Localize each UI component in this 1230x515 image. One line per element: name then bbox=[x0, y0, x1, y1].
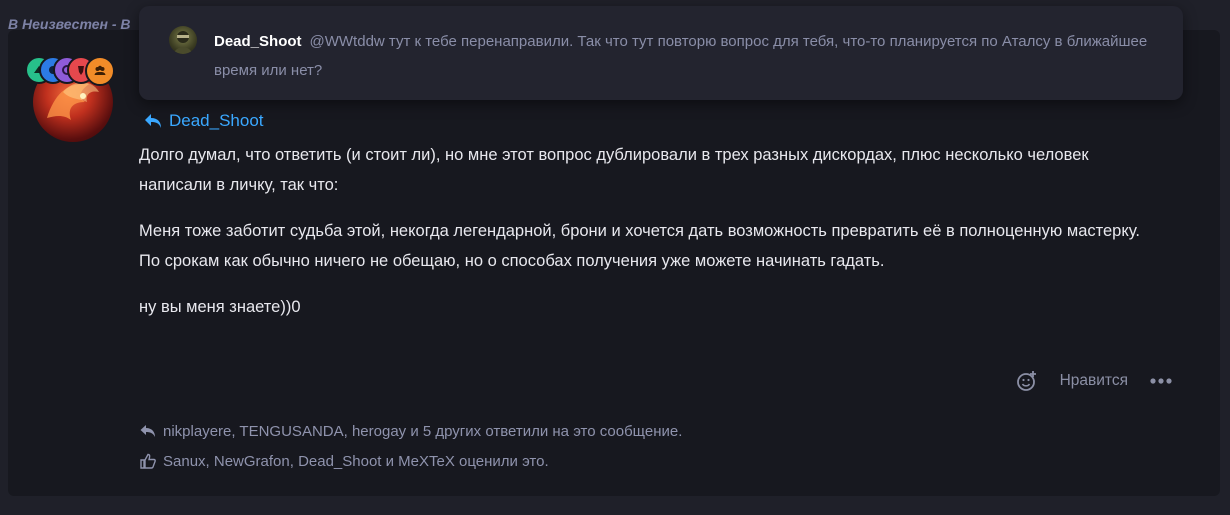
post-body: Долго думал, что ответить (и стоит ли), … bbox=[139, 140, 1149, 338]
reply-arrow-icon bbox=[145, 114, 161, 128]
thumbs-up-icon bbox=[140, 453, 156, 469]
group-users-icon[interactable] bbox=[85, 56, 115, 86]
emoji-add-icon[interactable] bbox=[1016, 370, 1038, 392]
reply-arrow-icon bbox=[140, 425, 155, 437]
replies-text: nikplayere, TENGUSANDA, herogay и 5 друг… bbox=[163, 422, 683, 440]
popup-message-text: @WWtddw тут к тебе перенаправили. Так чт… bbox=[214, 33, 1148, 79]
quote-author: Dead_Shoot bbox=[169, 111, 264, 130]
popup-message: Dead_Shoot @WWtddw тут к тебе перенаправи… bbox=[214, 27, 1164, 85]
like-button[interactable]: Нравится bbox=[1060, 372, 1128, 390]
popup-author-name[interactable]: Dead_Shoot bbox=[214, 33, 302, 50]
ellipsis-icon[interactable] bbox=[1150, 377, 1172, 385]
post-footer: nikplayere, TENGUSANDA, herogay и 5 друг… bbox=[139, 420, 682, 480]
post-paragraph: Долго думал, что ответить (и стоит ли), … bbox=[139, 146, 1089, 194]
likes-text: Sanux, NewGrafon, Dead_Shoot и MeXTeX оц… bbox=[163, 452, 549, 470]
post-paragraph: ну вы меня знаете))0 bbox=[139, 298, 301, 316]
quote-link[interactable]: Dead_Shoot bbox=[143, 111, 264, 131]
likes-summary[interactable]: Sanux, NewGrafon, Dead_Shoot и MeXTeX оц… bbox=[139, 450, 682, 472]
post-paragraph: Меня тоже заботит судьба этой, некогда л… bbox=[139, 222, 1140, 240]
popup-author-avatar[interactable] bbox=[169, 26, 197, 54]
mention-popup[interactable]: Dead_Shoot @WWtddw тут к тебе перенаправи… bbox=[139, 6, 1183, 100]
post-actions: Нравится bbox=[1016, 370, 1172, 392]
replies-summary[interactable]: nikplayere, TENGUSANDA, herogay и 5 друг… bbox=[139, 420, 682, 442]
post-paragraph: По срокам как обычно ничего не обещаю, н… bbox=[139, 252, 885, 270]
user-badges bbox=[25, 56, 135, 86]
